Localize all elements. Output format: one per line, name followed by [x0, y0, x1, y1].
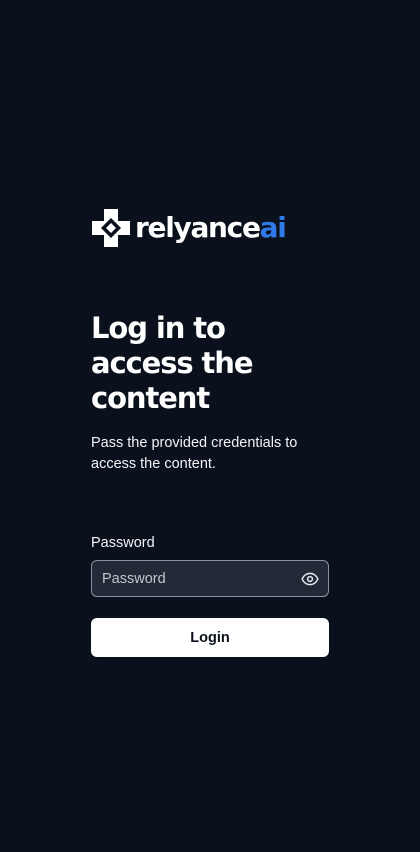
relyance-logo-icon: [92, 209, 130, 247]
password-label: Password: [91, 535, 155, 551]
login-page: relyanceai Log in to access the content …: [0, 0, 420, 852]
brand-name: relyance: [135, 211, 261, 244]
brand-name-accent: ai: [259, 211, 287, 244]
page-subtitle: Pass the provided credentials to access …: [91, 435, 298, 472]
login-button[interactable]: Login: [91, 618, 329, 657]
eye-icon[interactable]: [301, 570, 319, 588]
login-panel: relyanceai Log in to access the content …: [91, 208, 329, 657]
brand-logo: relyanceai: [91, 208, 329, 248]
brand-wordmark: relyanceai: [135, 208, 287, 248]
page-title: Log in to access the content: [91, 311, 254, 415]
password-field-container: [91, 560, 329, 597]
password-input[interactable]: [92, 561, 328, 596]
